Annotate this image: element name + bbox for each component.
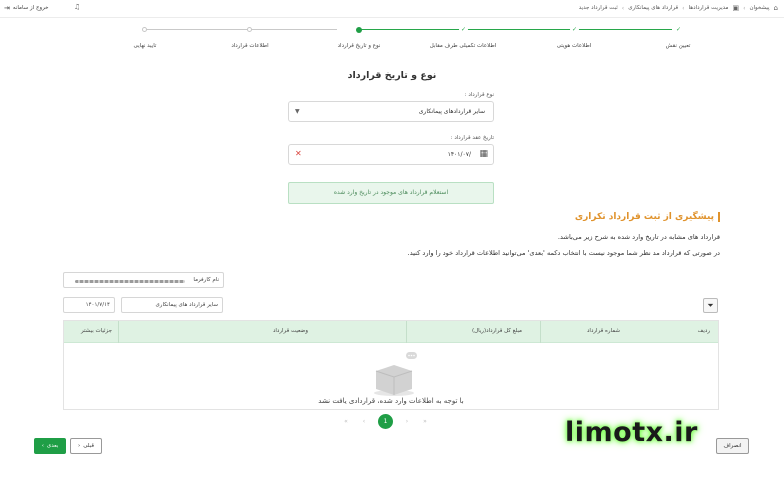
inquiry-button[interactable]: استعلام قرارداد های موجود در تاریخ وارد …: [288, 182, 494, 204]
col-row: ردیف: [697, 328, 710, 334]
logout-label: خروج از سامانه: [12, 5, 49, 11]
clear-icon[interactable]: ✕: [295, 149, 302, 158]
contract-date-filter[interactable]: ۱۴۰۱/۷/۱۴: [63, 297, 115, 313]
step-4-label: نوع و تاریخ قرارداد: [337, 43, 381, 49]
next-page-icon[interactable]: ‹: [360, 418, 368, 425]
contract-type-value: سایر قراردادهای پیمانکاری: [418, 108, 485, 115]
chevron-left-icon: ‹: [743, 4, 746, 12]
empty-state-text: با توجه به اطلاعات وارد شده، قراردادی یا…: [318, 397, 464, 405]
step-1-check-icon: ✓: [674, 25, 683, 34]
table-header: ردیف شماره قرارداد مبلغ کل قرارداد(ریال)…: [64, 321, 718, 343]
step-4-active-dot: [356, 26, 362, 33]
warning-title: پیشگیری از ثبت قرارداد تکراری: [575, 212, 720, 222]
col-details: جزئیات بیشتر: [80, 328, 112, 334]
step-6-label: تایید نهایی: [133, 43, 157, 49]
next-button[interactable]: ‹ بعدی: [34, 438, 66, 454]
employer-name-label: نام کارفرما: [193, 277, 219, 283]
warning-line-1: قرارداد های مشابه در تاریخ وارد شده به ش…: [557, 233, 720, 241]
col-contract-number: شماره قرارداد: [586, 328, 620, 334]
chevron-left-icon: ‹: [621, 4, 625, 12]
step-3-label: اطلاعات تکمیلی طرف مقابل: [429, 43, 497, 49]
prev-page-icon[interactable]: ›: [403, 418, 411, 425]
top-bar: ⌂ پیشخوان ‹ ▣ مدیریت قراردادها ‹ قرارداد…: [0, 0, 784, 18]
breadcrumb: ⌂ پیشخوان ‹ ▣ مدیریت قراردادها ‹ قرارداد…: [579, 4, 778, 12]
stepper: ✓ تعیین نقش ✓ اطلاعات هویتی ✓ اطلاعات تک…: [130, 24, 690, 54]
caret-down-icon: ▼: [295, 108, 300, 115]
stepper-track-todo: [145, 29, 337, 30]
contract-type-select[interactable]: سایر قراردادهای پیمانکاری ▼: [288, 101, 494, 122]
breadcrumb-item-contracting[interactable]: قرارداد های پیمانکاری: [628, 5, 678, 11]
breadcrumb-item-dashboard[interactable]: پیشخوان: [749, 5, 769, 11]
watermark: limotx.ir: [565, 417, 698, 448]
warning-line-2: در صورتی که قرارداد مد نظر شما موجود نیس…: [407, 249, 720, 257]
col-status: وضعیت قرارداد: [272, 328, 308, 334]
page-current[interactable]: 1: [378, 414, 393, 429]
logout-button[interactable]: ⇥ خروج از سامانه: [4, 4, 49, 12]
step-3-check-icon: ✓: [459, 25, 468, 34]
step-6-dot: [142, 27, 147, 32]
step-5-dot: [247, 27, 252, 32]
page-title: نوع و تاریخ قرارداد: [347, 70, 437, 81]
stepper-track-done: [359, 29, 672, 30]
step-1-label: تعیین نقش: [665, 43, 691, 49]
last-page-icon[interactable]: «: [342, 418, 350, 425]
bell-icon[interactable]: ♫: [74, 3, 80, 11]
prev-button[interactable]: › قبلی: [70, 438, 102, 454]
col-divider: [118, 321, 119, 343]
chevron-right-icon: ›: [78, 443, 81, 449]
home-icon: ⌂: [773, 4, 778, 12]
employer-name-filter[interactable]: نام کارفرما: [63, 272, 224, 288]
contract-date-input[interactable]: ▦ ۱۴۰۱/۰۷/ ✕: [288, 144, 494, 165]
contract-type-filter-value: سایر قرارداد های پیمانکاری: [155, 302, 218, 308]
pagination: « ‹ 1 › »: [342, 414, 429, 429]
calendar-icon[interactable]: ▦: [479, 149, 488, 159]
contract-date-filter-value: ۱۴۰۱/۷/۱۴: [85, 302, 110, 308]
cancel-button[interactable]: انصراف: [716, 438, 749, 454]
contracts-table: ردیف شماره قرارداد مبلغ کل قرارداد(ریال)…: [63, 320, 719, 410]
step-2-check-icon: ✓: [570, 25, 579, 34]
contracts-icon: ▣: [732, 4, 740, 12]
breadcrumb-item-new: ثبت قرارداد جدید: [578, 5, 618, 11]
col-divider: [406, 321, 407, 343]
col-divider: [540, 321, 541, 343]
empty-box-icon: [374, 352, 417, 396]
logout-icon: ⇥: [4, 4, 10, 12]
step-2-label: اطلاعات هویتی: [556, 43, 592, 49]
chevron-left-icon: ‹: [41, 443, 44, 449]
prev-button-label: قبلی: [83, 443, 94, 449]
contract-date-value: ۱۴۰۱/۰۷/: [447, 151, 471, 158]
col-total-amount: مبلغ کل قرارداد(ریال): [471, 328, 522, 334]
chevron-left-icon: ‹: [682, 4, 685, 12]
step-5-label: اطلاعات قرارداد: [231, 43, 269, 49]
contract-type-label: نوع قرارداد :: [464, 92, 494, 98]
next-button-label: بعدی: [46, 443, 59, 449]
contract-date-label: تاریخ عقد قرارداد :: [450, 135, 494, 141]
contract-type-filter[interactable]: سایر قرارداد های پیمانکاری: [121, 297, 223, 313]
filter-icon[interactable]: ⏷: [703, 298, 718, 313]
breadcrumb-item-contracts[interactable]: مدیریت قراردادها: [689, 5, 729, 11]
first-page-icon[interactable]: »: [421, 418, 429, 425]
redacted-text: [75, 280, 185, 283]
